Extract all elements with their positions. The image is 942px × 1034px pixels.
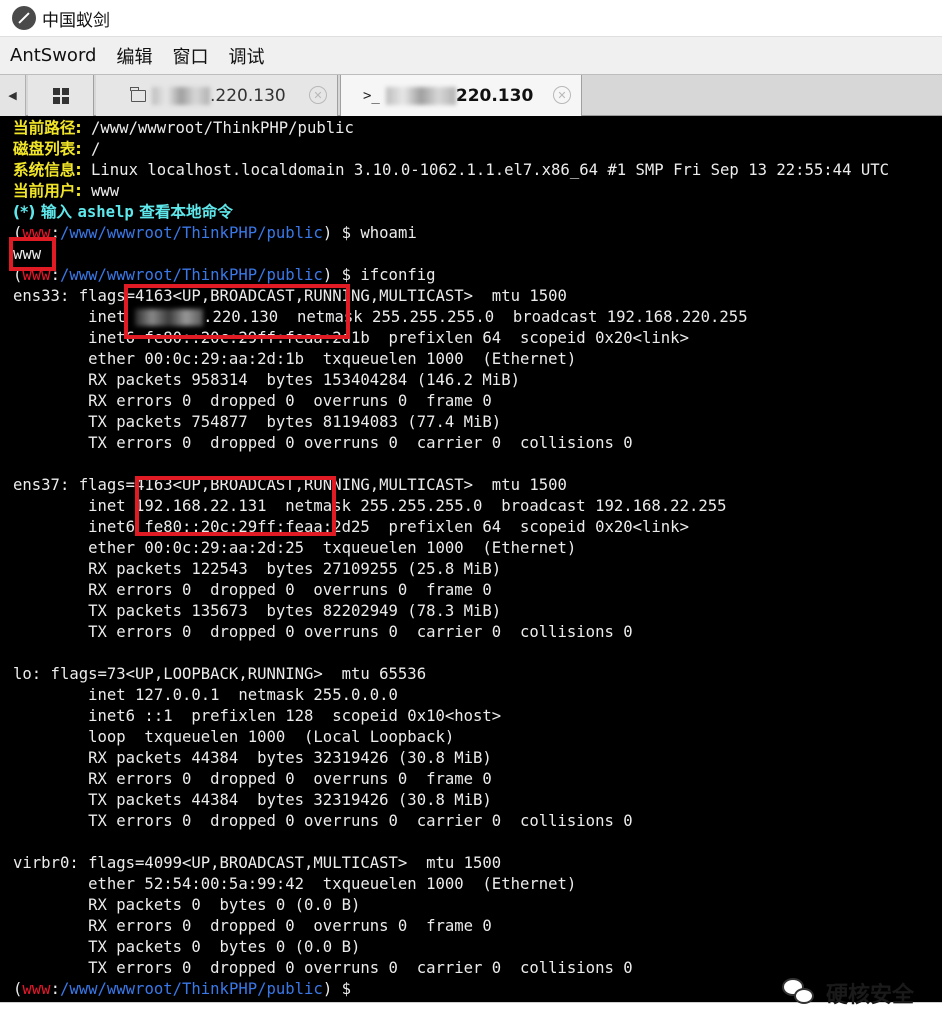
terminal-line: 当前路径: /www/wwwroot/ThinkPHP/public	[13, 118, 942, 139]
tab-scroll-left-icon[interactable]: ◀	[0, 75, 26, 116]
disk-label: 磁盘列表:	[13, 140, 82, 158]
tab-terminal-label: 220.130	[455, 85, 534, 106]
window-title: 中国蚁剑	[42, 10, 110, 31]
help-suffix: 查看本地命令	[133, 203, 233, 221]
terminal-line: inet6 fe80::20c:29ff:feaa:2d25 prefixlen…	[13, 518, 689, 536]
terminal-line: TX packets 135673 bytes 82202949 (78.3 M…	[13, 602, 502, 620]
terminal-line: TX packets 44384 bytes 32319426 (30.8 Mi…	[13, 791, 492, 809]
tab-terminal[interactable]: >_ 220.130 ✕	[340, 75, 582, 116]
close-icon[interactable]: ✕	[553, 86, 571, 104]
menu-window[interactable]: 窗口	[162, 43, 218, 69]
terminal-line: ether 52:54:00:5a:99:42 txqueuelen 1000 …	[13, 875, 577, 893]
prompt-user: www	[22, 980, 51, 998]
menu-antsword[interactable]: AntSword	[0, 45, 106, 66]
terminal-line: (www:/www/wwwroot/ThinkPHP/public) $ ifc…	[13, 265, 942, 286]
prompt-open: (	[13, 980, 23, 998]
menu-debug[interactable]: 调试	[218, 43, 274, 69]
prompt-path: /www/wwwroot/ThinkPHP/public	[59, 224, 323, 242]
terminal-line: RX errors 0 dropped 0 overruns 0 frame 0	[13, 917, 492, 935]
wechat-icon	[781, 978, 816, 1008]
prompt-user: www	[22, 266, 51, 284]
terminal-line: RX errors 0 dropped 0 overruns 0 frame 0	[13, 392, 492, 410]
path-label: 当前路径:	[13, 119, 82, 137]
terminal-line: RX packets 0 bytes 0 (0.0 B)	[13, 896, 361, 914]
terminal-line: ens37: flags=4163<UP,BROADCAST,RUNNING,M…	[13, 476, 567, 494]
sys-value: Linux localhost.localdomain 3.10.0-1062.…	[81, 161, 890, 179]
folder-icon	[130, 86, 146, 102]
watermark: 硬核安全	[781, 975, 914, 1011]
terminal-line: 系统信息: Linux localhost.localdomain 3.10.0…	[13, 160, 942, 181]
terminal-line: TX packets 754877 bytes 81194083 (77.4 M…	[13, 413, 502, 431]
terminal-line: RX errors 0 dropped 0 overruns 0 frame 0	[13, 581, 492, 599]
terminal-line: RX packets 44384 bytes 32319426 (30.8 Mi…	[13, 749, 492, 767]
prompt-open: (	[13, 266, 23, 284]
terminal-line: RX packets 122543 bytes 27109255 (25.8 M…	[13, 560, 502, 578]
tab-home[interactable]	[28, 75, 94, 116]
prompt-colon: :	[50, 980, 60, 998]
prompt-close: ) $	[322, 980, 361, 998]
terminal-line: 磁盘列表: /	[13, 139, 942, 160]
redacted-ip	[385, 86, 456, 105]
tab-bar: ◀ .220.130 ✕ >_ 220.130 ✕	[0, 74, 942, 116]
terminal-line: RX errors 0 dropped 0 overruns 0 frame 0	[13, 770, 492, 788]
command-text: whoami	[360, 224, 417, 242]
terminal-line: ether 00:0c:29:aa:2d:1b txqueuelen 1000 …	[13, 350, 577, 368]
terminal-line: (*) 输入 ashelp 查看本地命令	[13, 202, 942, 223]
terminal-line: ens33: flags=4163<UP,BROADCAST,RUNNING,M…	[13, 287, 567, 305]
title-bar: 中国蚁剑	[0, 0, 942, 36]
terminal-line: TX errors 0 dropped 0 overruns 0 carrier…	[13, 623, 633, 641]
prompt-close: ) $	[322, 224, 361, 242]
disk-value: /	[81, 140, 101, 158]
terminal-line: TX errors 0 dropped 0 overruns 0 carrier…	[13, 434, 633, 452]
terminal-line: TX errors 0 dropped 0 overruns 0 carrier…	[13, 812, 633, 830]
user-value: www	[81, 182, 120, 200]
redacted-ip	[135, 309, 204, 326]
close-icon[interactable]: ✕	[309, 86, 327, 104]
sys-label: 系统信息:	[13, 161, 82, 179]
terminal-line: inet6 ::1 prefixlen 128 scopeid 0x10<hos…	[13, 707, 502, 725]
terminal-line: lo: flags=73<UP,LOOPBACK,RUNNING> mtu 65…	[13, 665, 427, 683]
help-prefix: (*) 输入	[13, 203, 78, 221]
tab-file-manager[interactable]: .220.130 ✕	[96, 75, 338, 116]
inet-suffix: .220.130 netmask 255.255.255.0 broadcast…	[203, 308, 748, 326]
terminal-line: inet6 fe80::20c:29ff:feaa:2d1b prefixlen…	[13, 329, 689, 347]
help-command: ashelp	[77, 203, 134, 221]
prompt-path: /www/wwwroot/ThinkPHP/public	[59, 266, 323, 284]
terminal-line: inet .220.130 netmask 255.255.255.0 broa…	[13, 307, 942, 328]
terminal-line: virbr0: flags=4099<UP,BROADCAST,MULTICAS…	[13, 854, 502, 872]
path-value: /www/wwwroot/ThinkPHP/public	[81, 119, 354, 137]
terminal-line: 当前用户: www	[13, 181, 942, 202]
menu-bar: AntSword 编辑 窗口 调试	[0, 36, 942, 74]
terminal-line: www	[13, 245, 42, 263]
terminal-line: (www:/www/wwwroot/ThinkPHP/public) $ who…	[13, 223, 942, 244]
prompt-user: www	[22, 224, 51, 242]
terminal-line: RX packets 958314 bytes 153404284 (146.2…	[13, 371, 520, 389]
terminal-output[interactable]: 当前路径: /www/wwwroot/ThinkPHP/public 磁盘列表:…	[0, 116, 942, 1002]
tab-file-label: .220.130	[210, 85, 286, 106]
prompt-close: ) $	[322, 266, 361, 284]
terminal-line: ether 00:0c:29:aa:2d:25 txqueuelen 1000 …	[13, 539, 577, 557]
prompt-colon: :	[50, 224, 60, 242]
terminal-line: inet 127.0.0.1 netmask 255.0.0.0	[13, 686, 398, 704]
redacted-ip	[152, 86, 210, 105]
terminal-icon: >_	[363, 87, 380, 104]
command-text: ifconfig	[360, 266, 436, 284]
prompt-colon: :	[50, 266, 60, 284]
user-label: 当前用户:	[13, 182, 82, 200]
terminal-line: loop txqueuelen 1000 (Local Loopback)	[13, 728, 455, 746]
terminal-line: inet 192.168.22.131 netmask 255.255.255.…	[13, 497, 727, 515]
terminal-line: TX packets 0 bytes 0 (0.0 B)	[13, 938, 361, 956]
prompt-path: /www/wwwroot/ThinkPHP/public	[59, 980, 323, 998]
inet-prefix: inet	[13, 308, 136, 326]
grid-icon	[52, 87, 69, 104]
menu-edit[interactable]: 编辑	[106, 43, 162, 69]
antsword-logo-icon	[12, 6, 36, 30]
watermark-text: 硬核安全	[825, 983, 914, 1008]
prompt-open: (	[13, 224, 23, 242]
